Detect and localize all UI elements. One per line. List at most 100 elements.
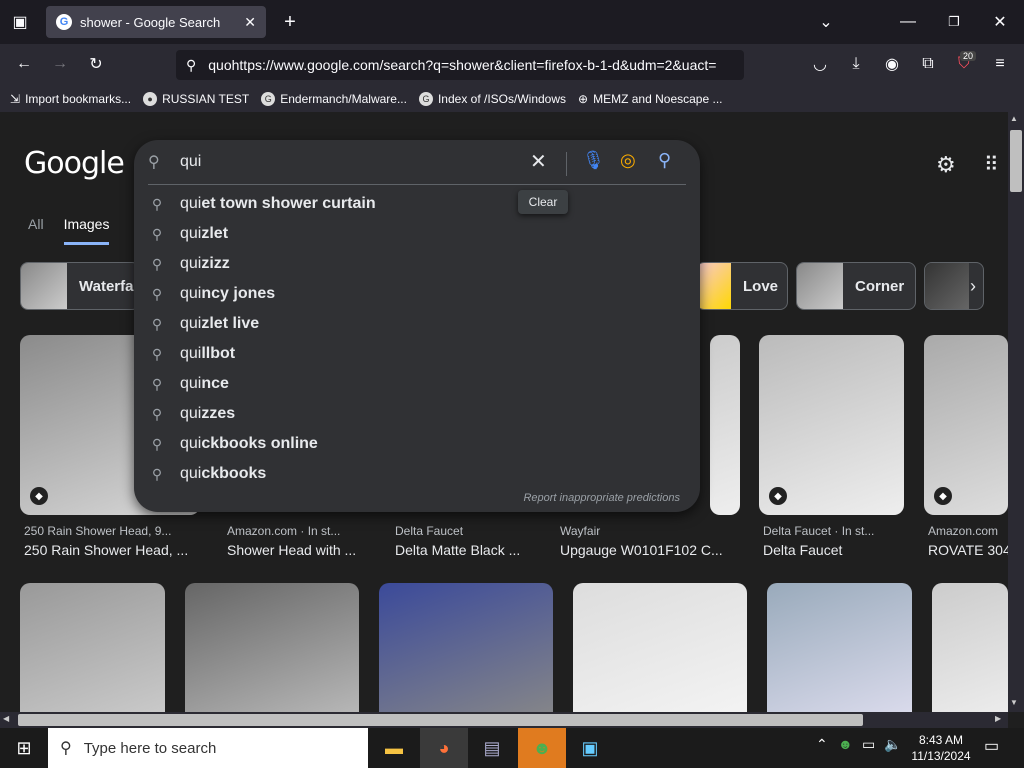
result-image[interactable] [710,335,740,515]
bookmark-import[interactable]: ⇲ Import bookmarks... [10,92,131,106]
volume-icon[interactable]: 🔈 [884,736,901,753]
result-source: Amazon.com [928,524,999,538]
search-tabs: All Images [28,216,110,245]
google-favicon-icon: G [56,14,72,30]
show-hidden-icons-icon[interactable]: ⌃ [816,736,828,753]
suggestion-item[interactable]: ⚲ qui et town shower curtain [134,189,700,219]
result-image[interactable]: ◆ [924,335,1008,515]
extensions-icon[interactable]: ⧉ [914,50,942,78]
list-tabs-chevron-icon[interactable]: ⌄ [812,8,840,36]
tab-overview-icon[interactable]: ▣ [6,8,34,36]
clock[interactable]: 8:43 AM 11/13/2024 [910,732,972,764]
divider [566,152,567,176]
bookmarks-toolbar: ⇲ Import bookmarks... ● RUSSIAN TEST G Ende… [0,86,1024,112]
result-image[interactable] [185,583,359,712]
result-title[interactable]: Delta Matte Black ... [395,542,535,558]
app-window-icon[interactable]: ▤ [468,728,516,768]
taskbar-search[interactable]: ⚲ Type here to search [48,728,368,768]
suggestion-item[interactable]: ⚲ qui zzes [134,399,700,429]
scroll-right-icon[interactable]: ▶ [995,714,1001,723]
bookmark-isos[interactable]: G Index of /ISOs/Windows [418,92,566,106]
users-tray-icon[interactable]: ☻ [838,736,853,752]
search-submit-icon[interactable]: ⚲ [658,150,671,171]
result-image[interactable] [767,583,912,712]
chip-corner[interactable]: Corner [796,262,916,310]
suggestion-item[interactable]: ⚲ qui nce [134,369,700,399]
import-icon: ⇲ [10,92,21,106]
notifications-icon[interactable]: ▭ [984,736,999,756]
tab-images[interactable]: Images [63,216,110,245]
suggestion-item[interactable]: ⚲ qui ncy jones [134,279,700,309]
microphone-icon[interactable]: 🎙 [582,150,605,171]
minimize-icon[interactable]: — [894,8,922,36]
file-explorer-icon[interactable]: ▬ [370,728,418,768]
restore-icon[interactable]: ❐ [940,8,968,36]
settings-gear-icon[interactable]: ⚙ [936,152,956,178]
result-image[interactable] [379,583,553,712]
new-tab-icon[interactable]: + [276,8,304,36]
google-logo[interactable]: Google [24,146,125,181]
result-image[interactable] [20,583,165,712]
bookmark-endermanch[interactable]: G Endermanch/Malware... [261,92,407,106]
suggestion-item[interactable]: ⚲ qui zlet [134,219,700,249]
vertical-scrollbar[interactable] [1008,112,1024,712]
chip-love[interactable]: Love [696,262,788,310]
clear-icon[interactable]: ✕ [530,149,547,174]
suggestion-completion: nce [201,375,229,392]
reload-icon[interactable]: ↻ [82,50,110,78]
account-icon[interactable]: ◉ [878,50,906,78]
chip-thumbnail [697,263,731,309]
forward-icon[interactable]: → [46,50,74,78]
search-query[interactable]: qui [180,153,201,171]
suggestion-item[interactable]: ⚲ qui ckbooks online [134,429,700,459]
suggestion-item[interactable]: ⚲ qui llbot [134,339,700,369]
downloads-icon[interactable]: ⤓ [842,50,870,78]
chip-waterfall[interactable]: Waterfal [20,262,140,310]
search-icon: ⚲ [148,154,160,171]
browser-tab[interactable]: G shower - Google Search ✕ [46,6,266,38]
suggestion-item[interactable]: ⚲ qui zlet live [134,309,700,339]
network-icon[interactable]: ▭ [862,736,875,753]
close-window-icon[interactable]: ✕ [986,8,1014,36]
horizontal-scroll-thumb[interactable] [18,714,863,726]
firefox-icon[interactable]: ◕ [420,728,468,768]
app-window-icon[interactable]: ▣ [566,728,614,768]
result-image[interactable]: ◆ [759,335,904,515]
bookmark-memz[interactable]: ⊕ MEMZ and Noescape ... [578,92,722,106]
result-title[interactable]: 250 Rain Shower Head, ... [24,542,200,558]
close-tab-icon[interactable]: ✕ [244,14,256,31]
result-title[interactable]: ROVATE 304 [928,542,1008,558]
back-icon[interactable]: ← [10,50,38,78]
result-title[interactable]: Shower Head with ... [227,542,367,558]
vertical-scroll-thumb[interactable] [1010,130,1022,192]
search-icon: ⚲ [60,740,72,757]
address-bar[interactable]: ⚲ quohttps://www.google.com/search?q=sho… [176,50,744,80]
menu-icon[interactable]: ≡ [986,50,1014,78]
bookmark-russian-test[interactable]: ● RUSSIAN TEST [143,92,249,106]
result-title[interactable]: Delta Faucet [763,542,908,558]
tab-all[interactable]: All [28,216,44,245]
result-image[interactable] [573,583,747,712]
scroll-left-icon[interactable]: ◀ [3,714,9,723]
scroll-up-icon[interactable]: ▲ [1010,114,1018,123]
suggestion-prefix: qui [180,465,202,482]
suggestion-prefix: qui [180,195,202,212]
result-image[interactable] [932,583,1008,712]
users-app-icon[interactable]: ☻ [518,728,566,768]
taskbar-search-placeholder: Type here to search [83,739,217,757]
github-icon: ● [143,92,158,106]
chips-next-icon[interactable]: › [970,276,976,297]
result-source: Amazon.com · In st... [227,524,341,538]
suggestion-item[interactable]: ⚲ qui zizz [134,249,700,279]
report-predictions-link[interactable]: Report inappropriate predictions [523,492,680,504]
suggestion-completion: zzes [201,405,236,422]
suggestion-item[interactable]: ⚲ qui ckbooks [134,459,700,489]
scroll-down-icon[interactable]: ▼ [1010,698,1018,707]
windows-start-icon[interactable]: ⊞ [0,728,48,768]
search-box[interactable]: ⚲ qui ✕ 🎙 ◎ ⚲ [134,140,700,186]
pocket-icon[interactable]: ◡ [806,50,834,78]
google-apps-icon[interactable]: ⠿ [984,152,999,177]
search-icon: ⚲ [151,195,163,212]
result-title[interactable]: Upgauge W0101F102 C... [560,542,740,558]
google-lens-icon[interactable]: ◎ [620,150,636,171]
